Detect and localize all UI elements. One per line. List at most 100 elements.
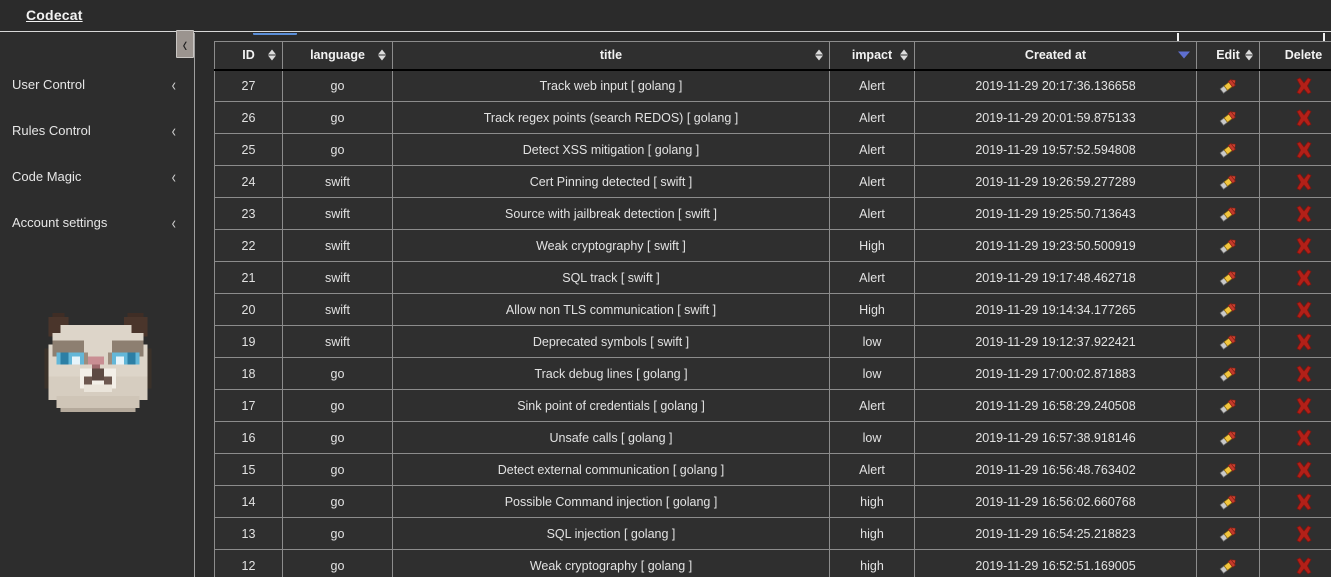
sort-icon[interactable] [815, 49, 823, 61]
sort-icon[interactable] [900, 49, 908, 61]
column-header-delete[interactable]: Delete [1259, 41, 1331, 71]
cell-edit[interactable] [1196, 69, 1260, 102]
delete-button[interactable] [1266, 460, 1331, 480]
cell-delete[interactable] [1259, 389, 1331, 422]
edit-button[interactable] [1203, 108, 1253, 128]
table-row[interactable]: 17 go Sink point of credentials [ golang ]… [214, 389, 1331, 422]
delete-button[interactable] [1266, 492, 1331, 512]
cell-edit[interactable] [1196, 293, 1260, 326]
edit-button[interactable] [1203, 364, 1253, 384]
sort-icon-descending[interactable] [1178, 51, 1190, 59]
delete-button[interactable] [1266, 524, 1331, 544]
column-header-title[interactable]: title [392, 41, 830, 71]
edit-button[interactable] [1203, 396, 1253, 416]
delete-button[interactable] [1266, 332, 1331, 352]
cell-edit[interactable] [1196, 197, 1260, 230]
cell-delete[interactable] [1259, 165, 1331, 198]
delete-button[interactable] [1266, 428, 1331, 448]
delete-button[interactable] [1266, 268, 1331, 288]
delete-button[interactable] [1266, 172, 1331, 192]
table-row[interactable]: 19 swift Deprecated symbols [ swift ] low 20… [214, 325, 1331, 358]
cell-delete[interactable] [1259, 197, 1331, 230]
active-tab-indicator[interactable] [253, 33, 297, 35]
brand-logo-link[interactable]: Codecat [26, 7, 83, 23]
edit-button[interactable] [1203, 140, 1253, 160]
delete-button[interactable] [1266, 300, 1331, 320]
column-header-impact[interactable]: impact [829, 41, 915, 71]
cell-edit[interactable] [1196, 357, 1260, 390]
edit-button[interactable] [1203, 428, 1253, 448]
cell-delete[interactable] [1259, 69, 1331, 102]
cell-edit[interactable] [1196, 517, 1260, 550]
table-row[interactable]: 27 go Track web input [ golang ] Alert 2019-… [214, 69, 1331, 102]
delete-button[interactable] [1266, 556, 1331, 576]
cell-edit[interactable] [1196, 389, 1260, 422]
delete-button[interactable] [1266, 396, 1331, 416]
table-row[interactable]: 26 go Track regex points (search REDOS) [ … [214, 101, 1331, 134]
table-row[interactable]: 25 go Detect XSS mitigation [ golang ] Aler… [214, 133, 1331, 166]
cell-edit[interactable] [1196, 165, 1260, 198]
column-header-edit[interactable]: Edit [1196, 41, 1260, 71]
cell-delete[interactable] [1259, 261, 1331, 294]
table-row[interactable]: 21 swift SQL track [ swift ] Alert 2019-11-2… [214, 261, 1331, 294]
cell-edit[interactable] [1196, 101, 1260, 134]
delete-button[interactable] [1266, 236, 1331, 256]
edit-button[interactable] [1203, 236, 1253, 256]
cell-delete[interactable] [1259, 293, 1331, 326]
edit-button[interactable] [1203, 524, 1253, 544]
sidebar-item-user-control[interactable]: User Control ‹ [0, 61, 194, 107]
sidebar-item-account-settings[interactable]: Account settings ‹ [0, 199, 194, 245]
delete-button[interactable] [1266, 364, 1331, 384]
delete-button[interactable] [1266, 108, 1331, 128]
sort-icon[interactable] [378, 49, 386, 61]
cell-delete[interactable] [1259, 229, 1331, 262]
column-header-language[interactable]: language [282, 41, 393, 71]
edit-button[interactable] [1203, 556, 1253, 576]
delete-button[interactable] [1266, 204, 1331, 224]
cell-edit[interactable] [1196, 261, 1260, 294]
sidebar-collapse-toggle[interactable]: ‹ [176, 30, 194, 58]
cell-edit[interactable] [1196, 133, 1260, 166]
edit-button[interactable] [1203, 268, 1253, 288]
cell-delete[interactable] [1259, 453, 1331, 486]
edit-button[interactable] [1203, 300, 1253, 320]
edit-button[interactable] [1203, 204, 1253, 224]
table-row[interactable]: 23 swift Source with jailbreak detection [… [214, 197, 1331, 230]
cell-delete[interactable] [1259, 421, 1331, 454]
cell-delete[interactable] [1259, 101, 1331, 134]
edit-button[interactable] [1203, 460, 1253, 480]
edit-button[interactable] [1203, 332, 1253, 352]
delete-button[interactable] [1266, 140, 1331, 160]
edit-button[interactable] [1203, 76, 1253, 96]
sidebar-item-code-magic[interactable]: Code Magic ‹ [0, 153, 194, 199]
cell-delete[interactable] [1259, 517, 1331, 550]
table-row[interactable]: 24 swift Cert Pinning detected [ swift ] Al… [214, 165, 1331, 198]
cell-edit[interactable] [1196, 453, 1260, 486]
cell-edit[interactable] [1196, 325, 1260, 358]
sort-icon[interactable] [268, 49, 276, 61]
cell-delete[interactable] [1259, 357, 1331, 390]
cell-edit[interactable] [1196, 421, 1260, 454]
edit-button[interactable] [1203, 172, 1253, 192]
cell-delete[interactable] [1259, 325, 1331, 358]
table-row[interactable]: 15 go Detect external communication [ gola… [214, 453, 1331, 486]
cell-edit[interactable] [1196, 485, 1260, 518]
table-row[interactable]: 14 go Possible Command injection [ golang … [214, 485, 1331, 518]
table-row[interactable]: 16 go Unsafe calls [ golang ] low 2019-11-29… [214, 421, 1331, 454]
table-row[interactable]: 20 swift Allow non TLS communication [ swi… [214, 293, 1331, 326]
table-row[interactable]: 22 swift Weak cryptography [ swift ] High 20… [214, 229, 1331, 262]
delete-button[interactable] [1266, 76, 1331, 96]
sidebar-item-rules-control[interactable]: Rules Control ‹ [0, 107, 194, 153]
cell-edit[interactable] [1196, 229, 1260, 262]
cell-delete[interactable] [1259, 485, 1331, 518]
column-header-created-at[interactable]: Created at [914, 41, 1197, 71]
table-row[interactable]: 12 go Weak cryptography [ golang ] high 2019… [214, 549, 1331, 577]
cell-delete[interactable] [1259, 133, 1331, 166]
sort-icon[interactable] [1245, 49, 1253, 61]
table-row[interactable]: 18 go Track debug lines [ golang ] low 2019-… [214, 357, 1331, 390]
cell-delete[interactable] [1259, 549, 1331, 577]
column-header-id[interactable]: ID [214, 41, 283, 71]
edit-button[interactable] [1203, 492, 1253, 512]
table-row[interactable]: 13 go SQL injection [ golang ] high 2019-11-… [214, 517, 1331, 550]
cell-edit[interactable] [1196, 549, 1260, 577]
